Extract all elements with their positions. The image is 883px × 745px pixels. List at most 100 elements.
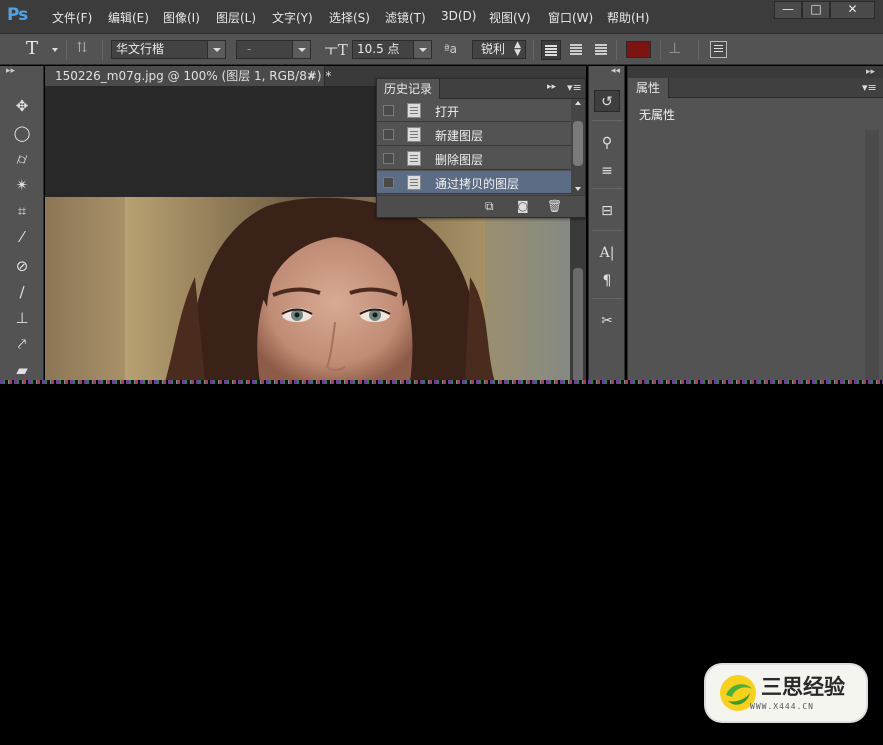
font-style-select[interactable]: -: [236, 40, 311, 59]
canvas-photo[interactable]: [45, 197, 570, 382]
history-scrollbar[interactable]: [571, 99, 585, 195]
brush-presets-icon[interactable]: ⚲: [594, 132, 620, 154]
elliptical-marquee-icon[interactable]: ◯: [8, 121, 36, 145]
antialias-select[interactable]: 锐利 ▲ ▼: [472, 40, 526, 59]
stepper-icon: ▲ ▼: [514, 40, 521, 58]
menu-bar: Ps 文件(F) 编辑(E) 图像(I) 图层(L) 文字(Y) 选择(S) 滤镜(T) 3D…: [0, 0, 883, 33]
collapse-arrows-icon[interactable]: ▸▸: [547, 82, 556, 92]
minimize-button[interactable]: —: [774, 1, 802, 19]
lasso-tool-icon[interactable]: ⌭: [8, 147, 36, 171]
clone-source-icon[interactable]: ⊟: [594, 200, 620, 222]
menu-item[interactable]: 帮助(H): [607, 9, 649, 26]
scroll-down-icon[interactable]: [575, 187, 581, 191]
menu-item[interactable]: 3D(D): [441, 9, 476, 23]
warp-text-icon[interactable]: ⊥: [668, 39, 681, 57]
render-noise-strip: [0, 380, 883, 384]
collapse-arrows-icon[interactable]: ▸▸: [6, 66, 15, 76]
history-panel-footer: ⧉ ◙ 🗑: [377, 195, 585, 217]
chevron-down-icon: [292, 41, 310, 58]
maximize-button[interactable]: □: [802, 1, 830, 19]
new-document-from-state-icon[interactable]: ⧉: [485, 199, 494, 214]
panel-menu-icon[interactable]: ▾≡: [862, 81, 877, 94]
align-right-icon[interactable]: [590, 40, 610, 60]
font-family-select[interactable]: 华文行楷: [111, 40, 226, 59]
menu-item[interactable]: 图层(L): [216, 9, 256, 26]
menu-item[interactable]: 视图(V): [489, 9, 531, 26]
menu-item[interactable]: 编辑(E): [108, 9, 149, 26]
history-item[interactable]: 删除图层: [377, 147, 571, 170]
healing-brush-icon[interactable]: ⊘: [8, 254, 36, 278]
history-item-label: 打开: [435, 105, 460, 119]
snapshot-camera-icon[interactable]: ◙: [517, 199, 529, 213]
align-left-icon[interactable]: [541, 40, 561, 60]
collapse-arrows-icon[interactable]: ▸▸: [866, 66, 875, 78]
paragraph-icon[interactable]: ¶: [594, 270, 620, 292]
menu-item[interactable]: 文字(Y): [272, 9, 313, 26]
properties-panel: ▸▸ 属性 ▾≡ 无属性: [627, 66, 883, 382]
menu-item[interactable]: 滤镜(T): [385, 9, 426, 26]
collapse-arrows-icon[interactable]: ◂◂: [611, 66, 620, 76]
toggle-orientation-icon[interactable]: ⇅: [76, 40, 94, 58]
move-tool-icon[interactable]: ✥: [8, 94, 36, 118]
history-source-checkbox[interactable]: [383, 153, 394, 164]
document-tab[interactable]: 150226_m07g.jpg @ 100% (图层 1, RGB/8#) * …: [45, 66, 331, 86]
scrollbar-thumb[interactable]: [573, 268, 583, 382]
font-size-value: 10.5 点: [357, 42, 400, 56]
align-center-icon[interactable]: [566, 40, 586, 60]
brush-tool-icon[interactable]: ∕: [8, 280, 36, 304]
crop-tool-icon[interactable]: ⌗: [8, 199, 36, 223]
font-size-icon: ㅜT: [324, 41, 348, 59]
history-icon[interactable]: ↺: [594, 90, 620, 112]
history-source-checkbox[interactable]: [383, 105, 394, 116]
document-state-icon: [407, 175, 421, 190]
history-item[interactable]: 新建图层: [377, 123, 571, 146]
document-state-icon: [407, 103, 421, 118]
panel-menu-icon[interactable]: ▾≡: [567, 81, 582, 94]
history-brush-icon[interactable]: ⤤: [8, 332, 36, 356]
type-tool-icon[interactable]: T: [26, 38, 38, 59]
document-tab-title: 150226_m07g.jpg @ 100% (图层 1, RGB/8#) *: [55, 69, 332, 83]
history-panel-header: 历史记录 ▸▸ ▾≡: [377, 79, 585, 99]
menu-item[interactable]: 选择(S): [329, 9, 370, 26]
antialias-value: 锐利: [481, 42, 506, 56]
font-size-select[interactable]: 10.5 点: [352, 40, 432, 59]
tool-preset-arrow-icon[interactable]: [52, 48, 58, 52]
history-source-checkbox[interactable]: [383, 177, 394, 188]
portrait-photo: [45, 197, 570, 382]
character-panel-icon[interactable]: [710, 41, 727, 58]
scrollbar-thumb[interactable]: [573, 121, 583, 166]
font-style-value: -: [247, 42, 252, 56]
tool-presets-icon[interactable]: ✂: [594, 310, 620, 332]
history-panel-tab[interactable]: 历史记录: [377, 79, 441, 99]
properties-panel-tab[interactable]: 属性: [628, 78, 670, 98]
scroll-up-icon[interactable]: [575, 101, 581, 105]
close-tab-icon[interactable]: ×: [307, 66, 316, 86]
clone-stamp-icon[interactable]: ⊥: [8, 306, 36, 330]
menu-item[interactable]: 窗口(W): [548, 9, 593, 26]
history-item-label: 通过拷贝的图层: [435, 177, 520, 191]
font-family-value: 华文行楷: [116, 42, 165, 56]
history-item-label: 删除图层: [435, 153, 484, 167]
text-color-swatch[interactable]: [626, 41, 651, 58]
panel-dock-icons: ◂◂ ↺ ⚲ ≡ ⊟ A| ¶ ✂: [588, 66, 625, 382]
delete-trash-icon[interactable]: 🗑: [547, 199, 562, 213]
menu-item[interactable]: 图像(I): [163, 9, 200, 26]
adjustments-sliders-icon[interactable]: ≡: [594, 160, 620, 182]
properties-strip: ▸▸: [628, 66, 883, 78]
magic-wand-icon[interactable]: ✴: [8, 173, 36, 197]
eraser-tool-icon[interactable]: ▰: [8, 358, 36, 382]
history-item[interactable]: 通过拷贝的图层: [377, 171, 571, 194]
photoshop-logo: Ps: [7, 5, 28, 25]
chevron-down-icon: [413, 41, 431, 58]
properties-scrollbar[interactable]: [865, 130, 879, 382]
character-icon[interactable]: A|: [594, 242, 620, 264]
history-item[interactable]: 打开: [377, 99, 571, 122]
history-source-checkbox[interactable]: [383, 129, 394, 140]
antialias-icon: ªa: [444, 42, 458, 56]
chevron-down-icon: [207, 41, 225, 58]
close-button[interactable]: ✕: [830, 1, 875, 19]
history-panel: 历史记录 ▸▸ ▾≡ 打开新建图层删除图层通过拷贝的图层 ⧉ ◙ 🗑: [376, 78, 586, 218]
properties-panel-header: 属性 ▾≡: [628, 78, 883, 98]
menu-item[interactable]: 文件(F): [52, 9, 92, 26]
eyedropper-icon[interactable]: ⁄: [8, 225, 36, 249]
